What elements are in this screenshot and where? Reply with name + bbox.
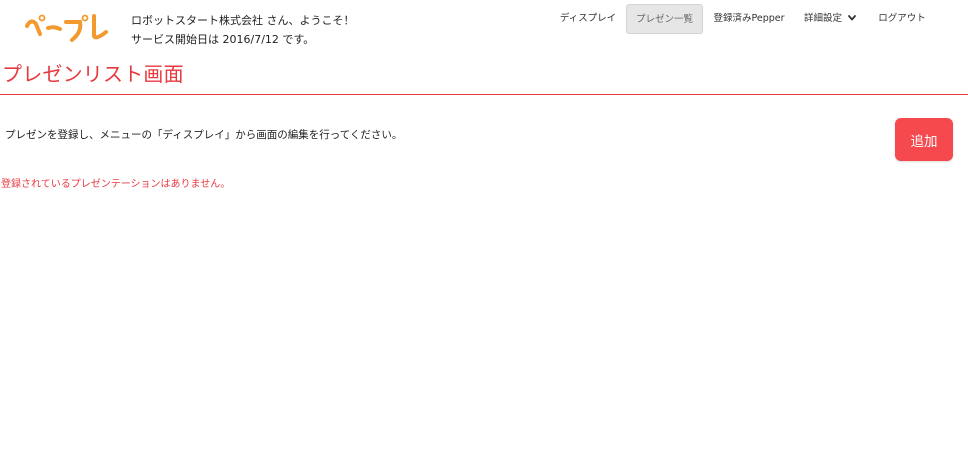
nav-logout[interactable]: ログアウト xyxy=(870,4,934,34)
title-divider xyxy=(0,94,968,95)
nav-registered-pepper-label: 登録済みPepper xyxy=(713,13,785,24)
nav-advanced-settings-label: 詳細設定 xyxy=(803,13,842,24)
peppuru-logo[interactable] xyxy=(24,10,110,44)
welcome-line-user: ロボットスタート株式会社 さん、ようこそ！ xyxy=(131,14,355,27)
instruction-text: プレゼンを登録し、メニューの「ディスプレイ」から画面の編集を行ってください。 xyxy=(5,129,403,141)
nav-presentation-list[interactable]: プレゼン一覧 xyxy=(626,4,703,34)
nav-advanced-settings[interactable]: 詳細設定 xyxy=(798,4,862,34)
empty-list-message: 登録されているプレゼンテーションはありません。 xyxy=(1,179,231,190)
add-button[interactable]: 追加 xyxy=(895,118,953,161)
nav-logout-label: ログアウト xyxy=(878,13,926,24)
nav-display[interactable]: ディスプレイ xyxy=(548,4,628,34)
welcome-message: ロボットスタート株式会社 さん、ようこそ！ サービス開始日は 2016/7/12… xyxy=(131,11,355,49)
nav-registered-pepper[interactable]: 登録済みPepper xyxy=(706,4,792,34)
nav-presentation-list-label: プレゼン一覧 xyxy=(635,14,693,25)
welcome-line-service-date: サービス開始日は 2016/7/12 です。 xyxy=(131,33,315,46)
nav-display-label: ディスプレイ xyxy=(559,13,617,24)
page-title: プレゼンリスト画面 xyxy=(2,62,184,86)
header-bar: ロボットスタート株式会社 さん、ようこそ！ サービス開始日は 2016/7/12… xyxy=(0,0,968,52)
chevron-down-icon xyxy=(848,15,856,21)
